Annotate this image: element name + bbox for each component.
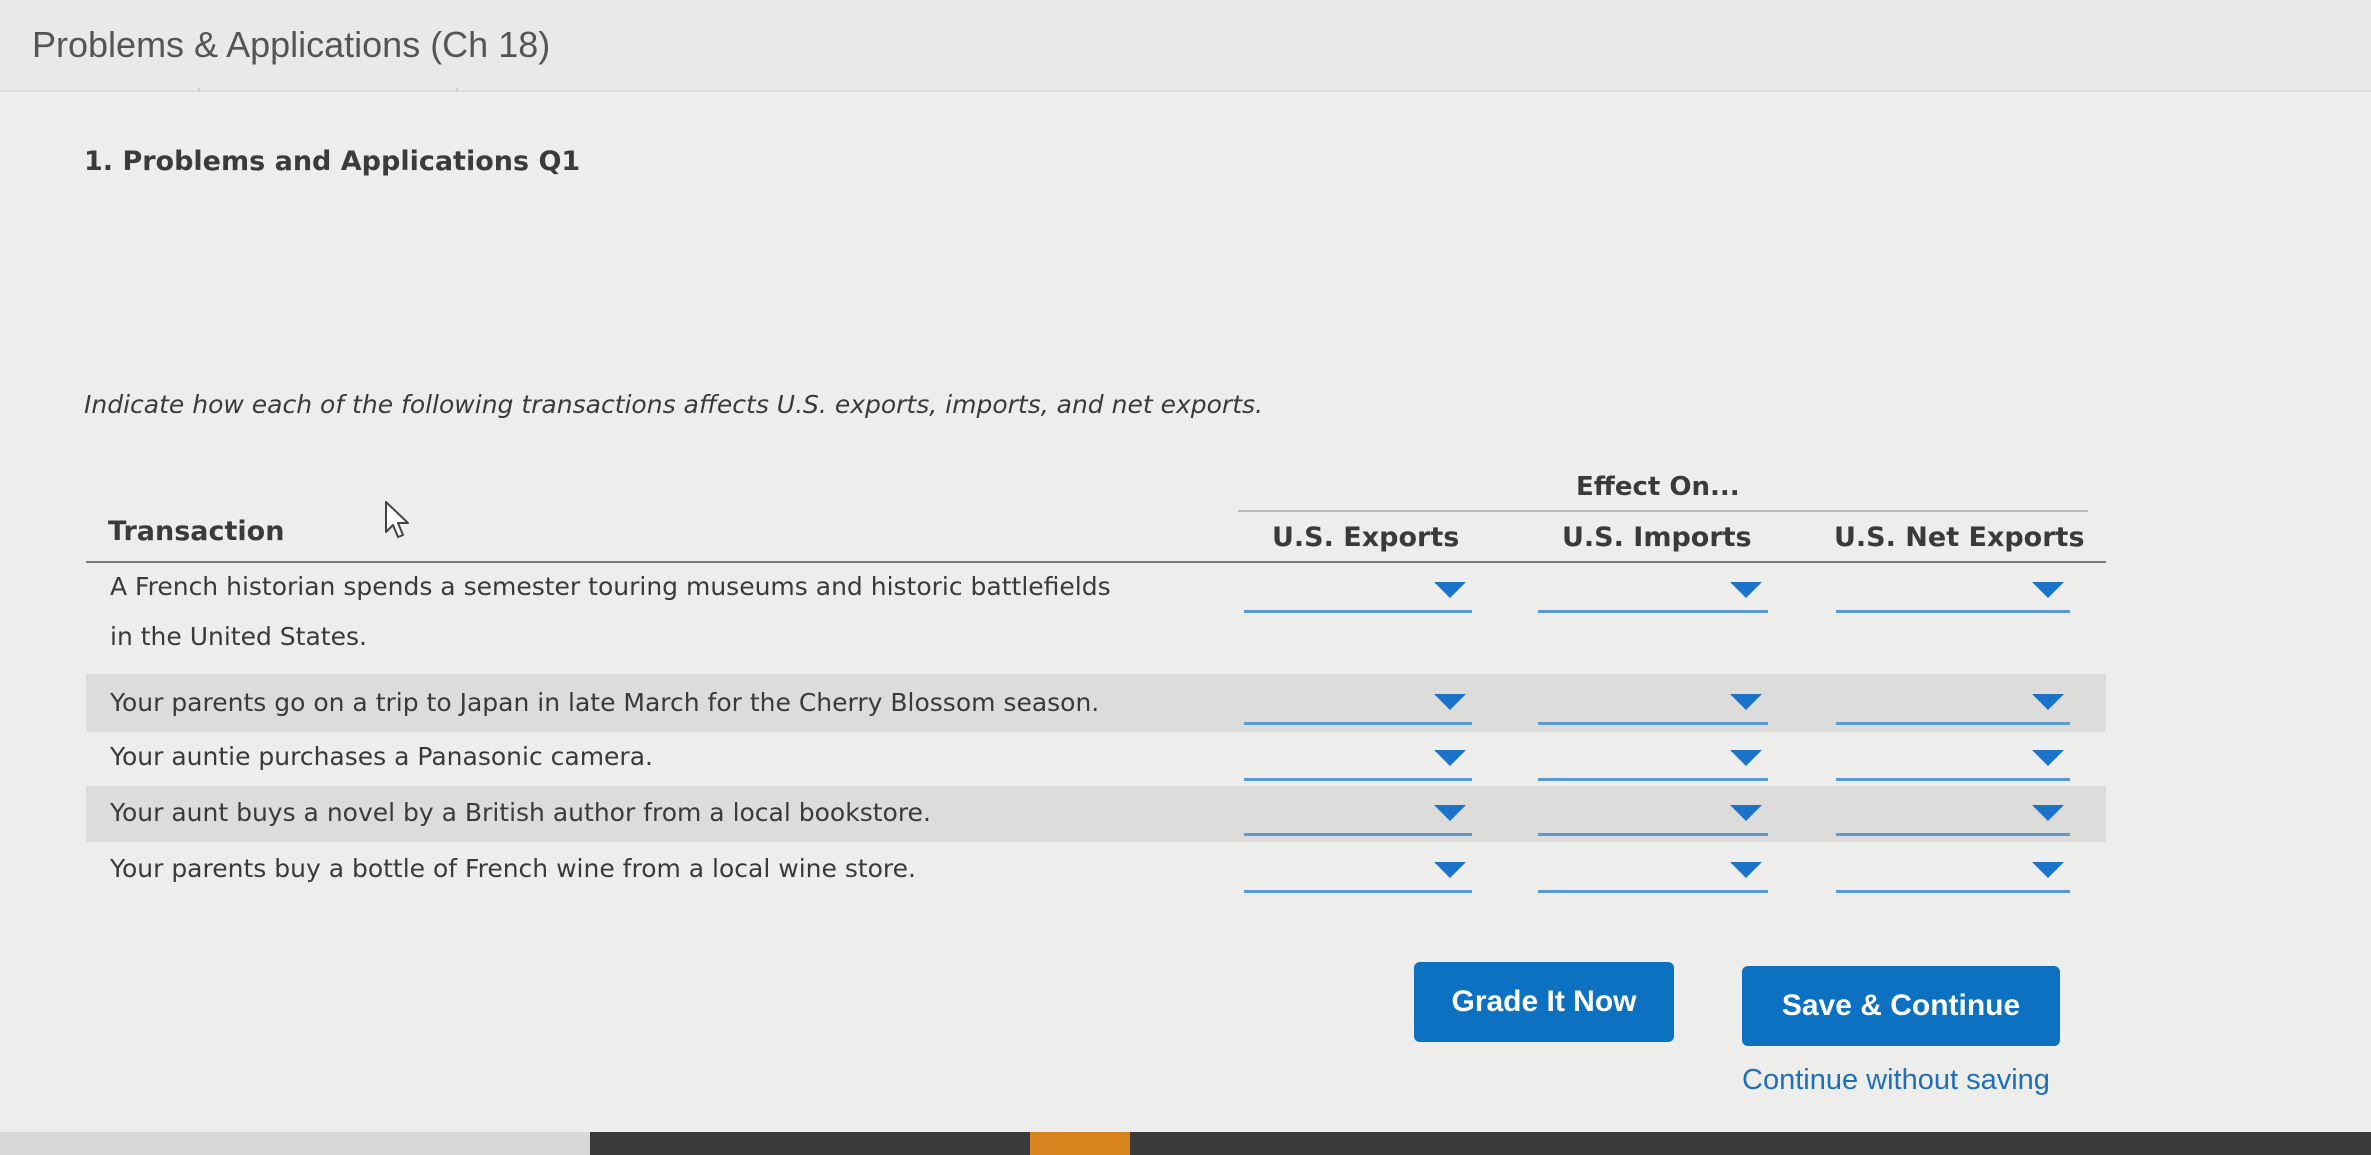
- grade-it-now-button[interactable]: Grade It Now: [1414, 962, 1674, 1042]
- table-row: A French historian spends a semester tou…: [86, 562, 2106, 674]
- os-taskbar: [0, 1132, 2371, 1155]
- dropdown-arrow-icon: [2032, 805, 2064, 821]
- transaction-text: Your auntie purchases a Panasonic camera…: [110, 742, 653, 771]
- continue-without-saving-link[interactable]: Continue without saving: [1742, 1064, 2050, 1097]
- dropdown-arrow-icon: [1434, 805, 1466, 821]
- table-row: Your aunt buys a novel by a British auth…: [86, 786, 2106, 842]
- taskbar-app-icon[interactable]: [1030, 1132, 1130, 1155]
- dropdown-arrow-icon: [1730, 805, 1762, 821]
- net-exports-dropdown[interactable]: [1836, 738, 2070, 781]
- column-header-us-net-exports: U.S. Net Exports: [1834, 522, 2085, 553]
- table-row: Your auntie purchases a Panasonic camera…: [86, 732, 2106, 786]
- dropdown-arrow-icon: [2032, 862, 2064, 878]
- transaction-text-continued: in the United States.: [110, 622, 367, 651]
- question-heading: 1. Problems and Applications Q1: [84, 146, 581, 177]
- imports-dropdown[interactable]: [1538, 682, 1768, 725]
- transaction-text: Your parents go on a trip to Japan in la…: [110, 688, 1100, 717]
- imports-dropdown[interactable]: [1538, 793, 1768, 836]
- imports-dropdown[interactable]: [1538, 570, 1768, 613]
- dropdown-arrow-icon: [1730, 862, 1762, 878]
- dropdown-arrow-icon: [1730, 694, 1762, 710]
- dropdown-arrow-icon: [1434, 750, 1466, 766]
- dropdown-arrow-icon: [1730, 582, 1762, 598]
- dropdown-arrow-icon: [2032, 750, 2064, 766]
- exports-dropdown[interactable]: [1244, 570, 1472, 613]
- transaction-text: Your parents buy a bottle of French wine…: [110, 854, 916, 883]
- imports-dropdown[interactable]: [1538, 738, 1768, 781]
- table-row: Your parents go on a trip to Japan in la…: [86, 674, 2106, 732]
- exports-dropdown[interactable]: [1244, 850, 1472, 893]
- top-bar: Problems & Applications (Ch 18): [0, 0, 2371, 94]
- net-exports-dropdown[interactable]: [1836, 793, 2070, 836]
- page-title: Problems & Applications (Ch 18): [32, 24, 551, 65]
- exports-dropdown[interactable]: [1244, 793, 1472, 836]
- dropdown-arrow-icon: [2032, 582, 2064, 598]
- dropdown-arrow-icon: [2032, 694, 2064, 710]
- exports-dropdown[interactable]: [1244, 682, 1472, 725]
- table-row: Your parents buy a bottle of French wine…: [86, 842, 2106, 898]
- net-exports-dropdown[interactable]: [1836, 570, 2070, 613]
- save-and-continue-button[interactable]: Save & Continue: [1742, 966, 2060, 1046]
- dropdown-arrow-icon: [1434, 862, 1466, 878]
- column-header-transaction: Transaction: [108, 516, 285, 547]
- imports-dropdown[interactable]: [1538, 850, 1768, 893]
- dropdown-arrow-icon: [1730, 750, 1762, 766]
- net-exports-dropdown[interactable]: [1836, 682, 2070, 725]
- effect-on-divider: [1238, 510, 2088, 512]
- question-instructions: Indicate how each of the following trans…: [84, 390, 1263, 419]
- column-header-us-exports: U.S. Exports: [1272, 522, 1460, 553]
- taskbar-dark-area: [590, 1132, 2371, 1155]
- effect-on-header: Effect On...: [1576, 472, 1740, 502]
- transaction-text: A French historian spends a semester tou…: [110, 572, 1111, 601]
- net-exports-dropdown[interactable]: [1836, 850, 2070, 893]
- dropdown-arrow-icon: [1434, 582, 1466, 598]
- column-header-us-imports: U.S. Imports: [1562, 522, 1752, 553]
- mouse-cursor-icon: [385, 501, 409, 538]
- dropdown-arrow-icon: [1434, 694, 1466, 710]
- exports-dropdown[interactable]: [1244, 738, 1472, 781]
- transaction-text: Your aunt buys a novel by a British auth…: [110, 798, 931, 827]
